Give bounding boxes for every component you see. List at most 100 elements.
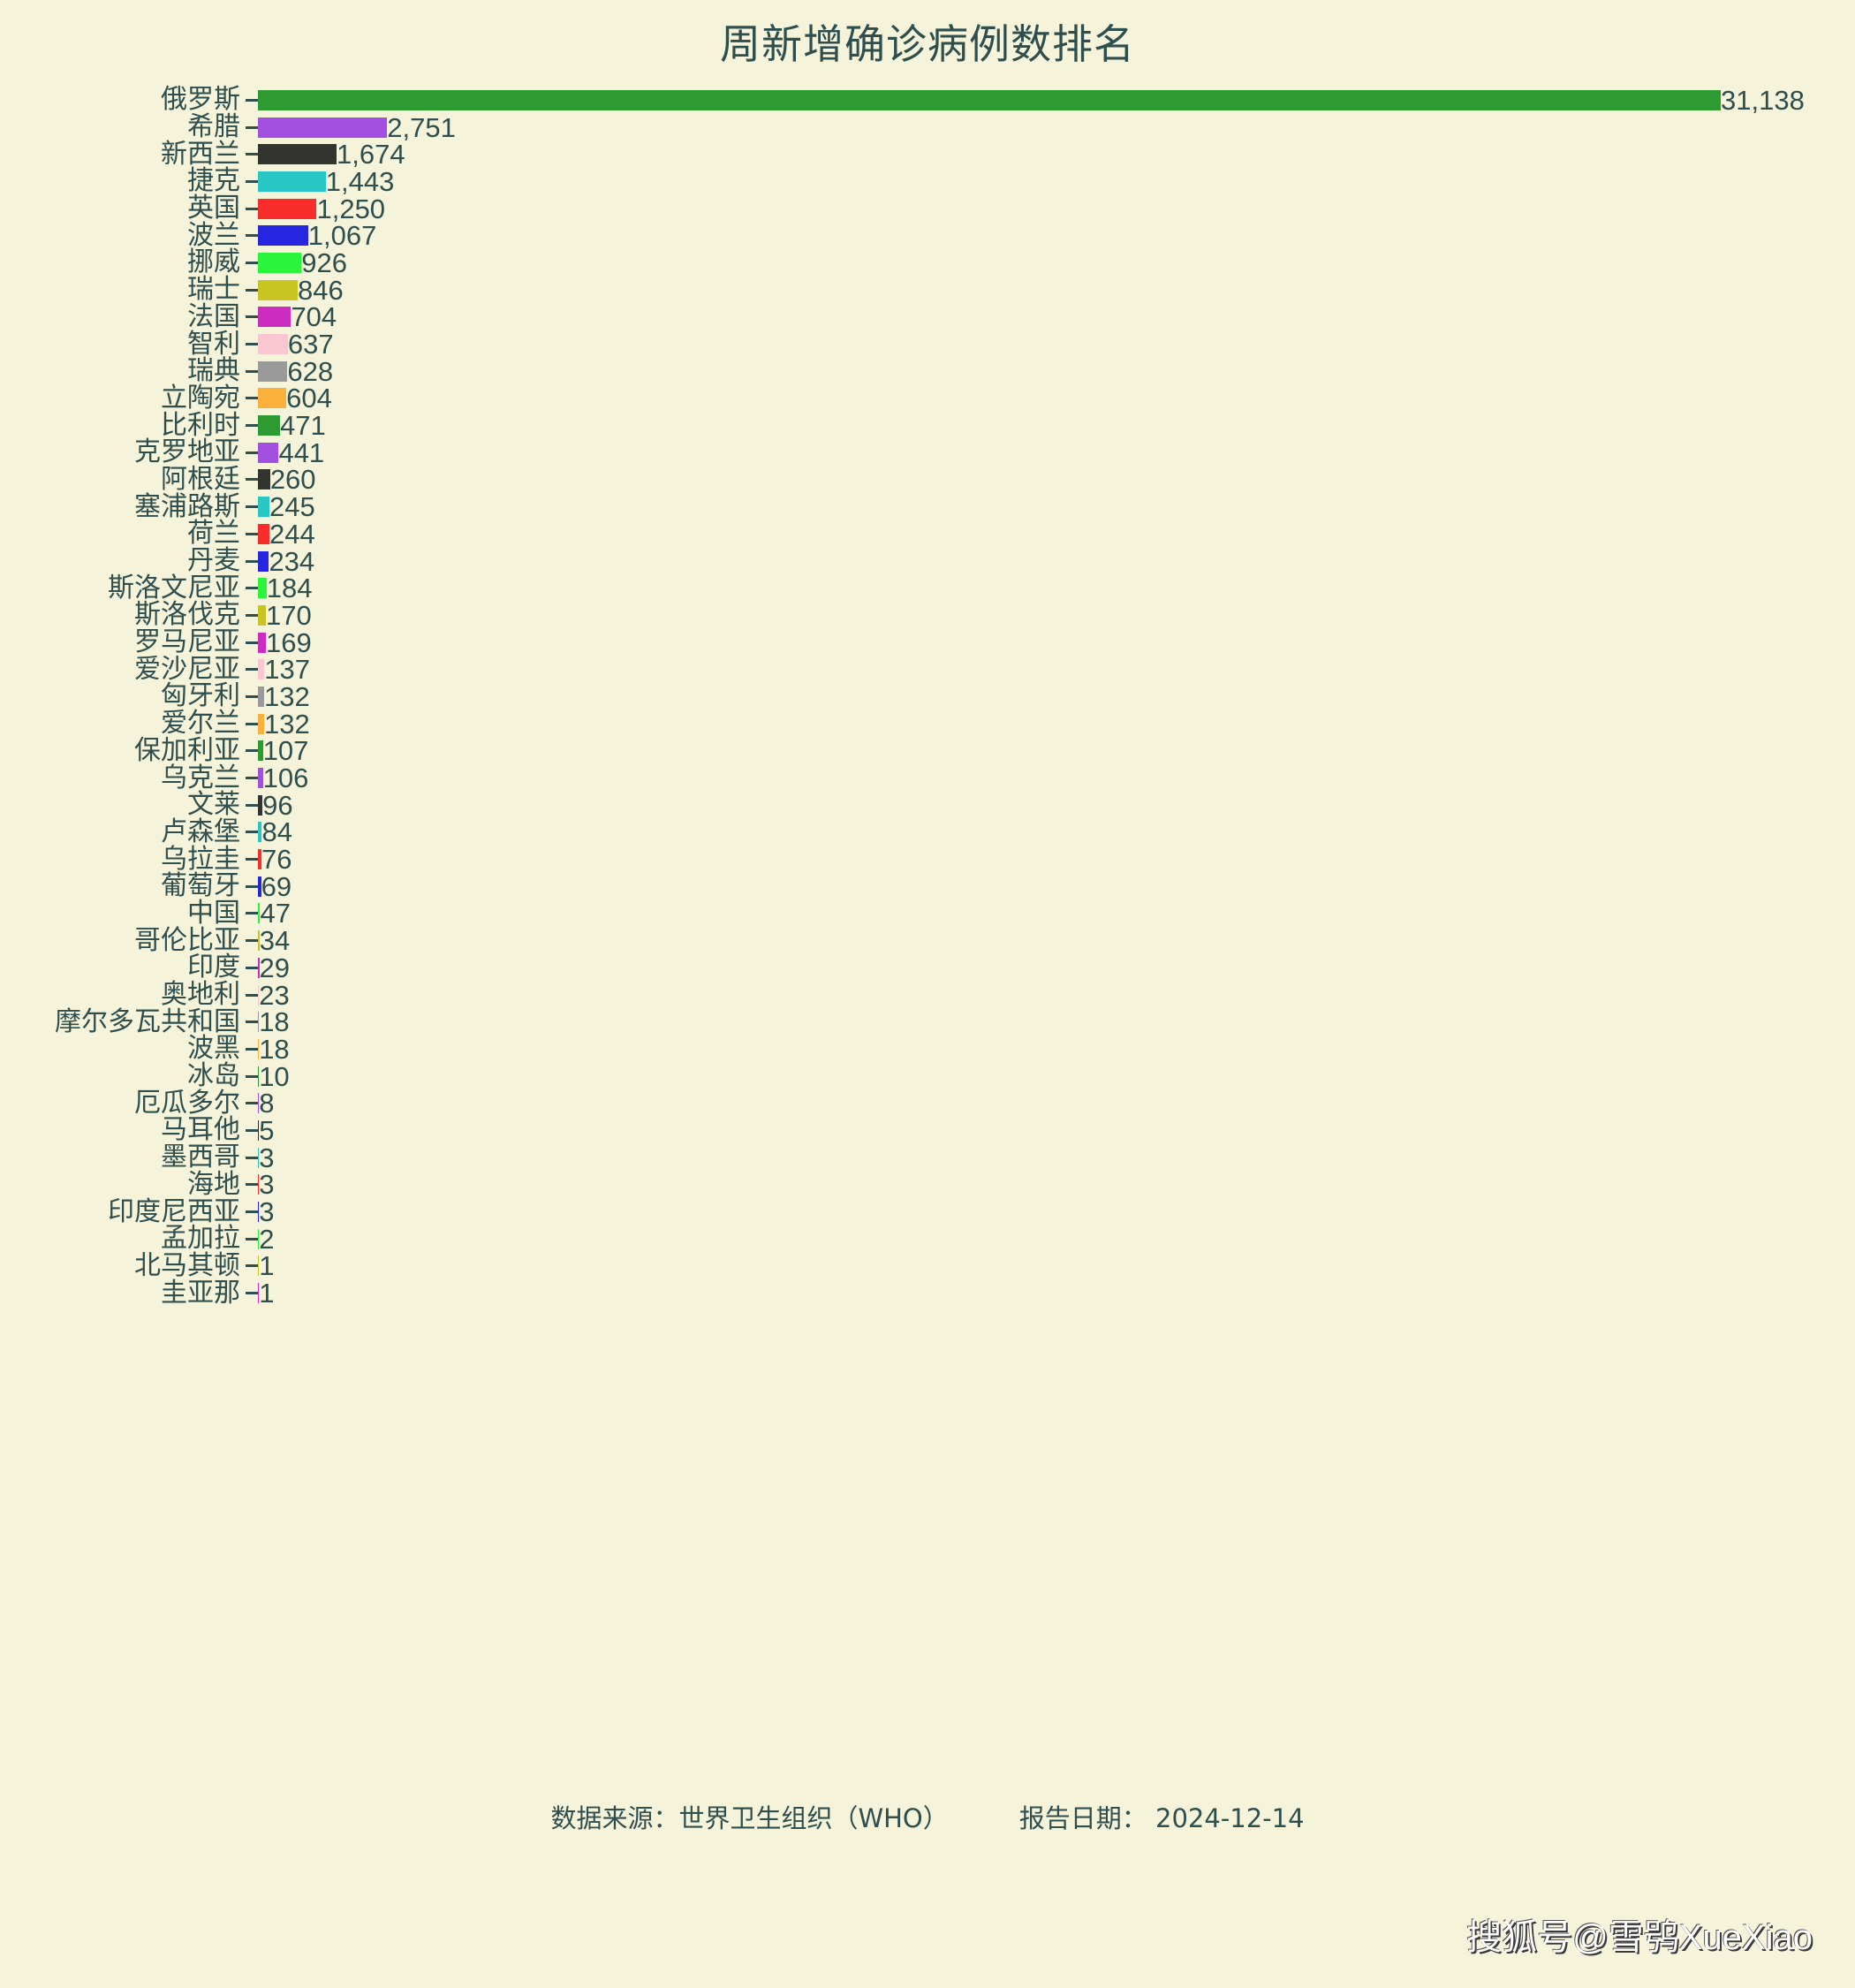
bar-value-label: 69 <box>261 870 292 902</box>
bar-row: 印度 29 <box>0 954 1855 982</box>
bar-value-label: 1,443 <box>325 165 395 197</box>
bar-row: 立陶宛 604 <box>0 384 1855 412</box>
axis-tick-icon <box>246 993 258 997</box>
bar-value-label: 704 <box>291 301 337 333</box>
bar-category-label: 新西兰 <box>161 139 240 169</box>
bar-category-label: 克罗地亚 <box>134 437 240 467</box>
bar-category-label: 冰岛 <box>187 1061 240 1091</box>
bar-category-label: 海地 <box>187 1169 240 1199</box>
bar-container: 637 <box>258 330 1855 358</box>
bar-container: 1 <box>258 1279 1855 1307</box>
bar-value-label: 1 <box>259 1250 275 1282</box>
axis-tick-icon <box>246 613 258 617</box>
bar-row: 丹麦 234 <box>0 548 1855 575</box>
bar <box>258 279 298 300</box>
bar-value-label: 5 <box>259 1114 275 1146</box>
bar-row: 阿根廷 260 <box>0 464 1855 496</box>
bar-container: 2,751 <box>258 114 1855 141</box>
axis-tick-icon <box>246 912 258 915</box>
axis-tick-icon <box>246 1021 258 1024</box>
bar-value-label: 441 <box>278 436 325 468</box>
bar-row: 瑞士 846 <box>0 277 1855 304</box>
bar-container: 1,250 <box>258 195 1855 223</box>
bar-value-label: 926 <box>301 247 347 278</box>
bar-category-label: 荷兰 <box>187 519 240 549</box>
bar-container: 76 <box>258 846 1855 873</box>
bar-container: 471 <box>258 412 1855 439</box>
bar-category-label: 爱沙尼亚 <box>134 654 240 684</box>
bar <box>258 334 288 355</box>
bar-category-label: 波黑 <box>187 1034 240 1064</box>
bar <box>258 198 317 219</box>
bar-row: 奥地利 23 <box>0 982 1855 1009</box>
bar-row: 斯洛伐克 170 <box>0 602 1855 629</box>
bar-value-label: 132 <box>264 680 310 712</box>
bar-row: 卢森堡 84 <box>0 818 1855 846</box>
bar-container: 69 <box>258 873 1855 900</box>
bar-value-label: 132 <box>264 708 310 740</box>
report-date-value: 2024-12-14 <box>1155 1803 1305 1833</box>
bar-value-label: 3 <box>259 1169 275 1201</box>
bar <box>258 469 270 490</box>
bar-category-label: 丹麦 <box>187 546 240 576</box>
bar-value-label: 2 <box>259 1223 275 1255</box>
bar <box>258 604 267 626</box>
bar-value-label: 18 <box>259 1033 290 1065</box>
bar-row: 马耳他 5 <box>0 1117 1855 1144</box>
bar-row: 瑞典 628 <box>0 358 1855 385</box>
watermark: 搜狐号@雪鸮XueXiao <box>1466 1918 1813 1957</box>
bar-category-label: 哥伦比亚 <box>134 925 240 955</box>
bar-row: 英国 1,250 <box>0 195 1855 223</box>
bar <box>258 360 288 382</box>
bar-row: 墨西哥 3 <box>0 1144 1855 1172</box>
bar-value-label: 31,138 <box>1721 84 1805 116</box>
bar-value-label: 637 <box>287 329 334 360</box>
bar-container: 704 <box>258 303 1855 330</box>
bar-category-label: 保加利亚 <box>134 735 240 765</box>
bar-category-label: 圭亚那 <box>161 1278 240 1308</box>
bar-container: 137 <box>258 656 1855 683</box>
bar-row: 波黑 18 <box>0 1036 1855 1063</box>
bar-value-label: 8 <box>259 1088 275 1119</box>
bar-category-label: 塞浦路斯 <box>134 491 240 521</box>
bar-category-label: 俄罗斯 <box>161 85 240 115</box>
bar-value-label: 106 <box>262 763 309 794</box>
bar <box>258 550 269 572</box>
bar-value-label: 76 <box>261 844 292 876</box>
axis-tick-icon <box>246 749 258 753</box>
axis-tick-icon <box>246 884 258 888</box>
bar-value-label: 260 <box>269 464 316 496</box>
axis-tick-icon <box>246 1237 258 1241</box>
axis-tick-icon <box>246 831 258 834</box>
bar-row: 文莱 96 <box>0 792 1855 819</box>
bar-row: 比利时 471 <box>0 412 1855 439</box>
axis-tick-icon <box>246 369 258 373</box>
bar-category-label: 罗马尼亚 <box>134 627 240 657</box>
axis-tick-icon <box>246 397 258 400</box>
bar-row: 圭亚那 1 <box>0 1279 1855 1307</box>
bar-category-label: 摩尔多瓦共和国 <box>55 1006 240 1036</box>
bar-value-label: 137 <box>264 654 311 686</box>
bar-container: 132 <box>258 683 1855 710</box>
bar-category-label: 瑞士 <box>187 275 240 305</box>
bar-row: 法国 704 <box>0 303 1855 330</box>
bar-container: 169 <box>258 629 1855 656</box>
bar <box>258 388 287 409</box>
bar-container: 170 <box>258 602 1855 629</box>
bar <box>258 252 302 273</box>
axis-tick-icon <box>246 722 258 725</box>
bar-value-label: 3 <box>259 1196 275 1228</box>
bar <box>258 225 308 247</box>
bar-category-label: 乌拉圭 <box>161 844 240 874</box>
bar-value-label: 245 <box>269 491 315 523</box>
bar-container: 604 <box>258 384 1855 412</box>
bar-row: 俄罗斯 31,138 <box>0 87 1855 114</box>
bar-row: 罗马尼亚 169 <box>0 629 1855 656</box>
bar <box>258 117 388 138</box>
bar-category-label: 瑞典 <box>187 356 240 386</box>
bar-container: 245 <box>258 493 1855 520</box>
bar-row: 希腊 2,751 <box>0 114 1855 141</box>
report-date-label: 报告日期： <box>1018 1803 1147 1833</box>
bar <box>258 415 281 436</box>
bar-category-label: 希腊 <box>187 112 240 142</box>
